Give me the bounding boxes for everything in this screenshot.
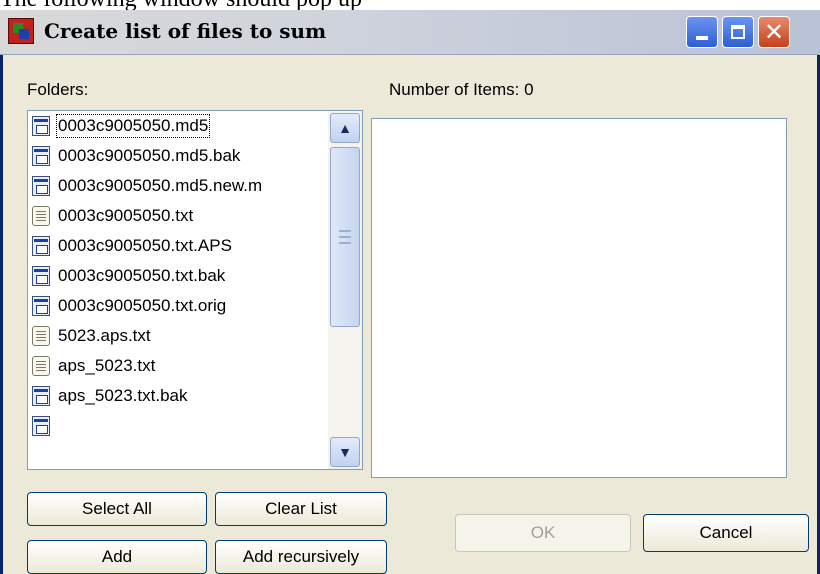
add-button[interactable]: Add xyxy=(27,540,207,574)
minimize-icon xyxy=(696,36,708,40)
close-button[interactable]: ✕ xyxy=(758,16,790,48)
text-file-icon xyxy=(32,356,50,376)
file-icon xyxy=(32,236,50,256)
list-item[interactable]: 0003c9005050.md5 xyxy=(28,111,328,141)
folders-list-items: 0003c9005050.md5 0003c9005050.md5.bak 00… xyxy=(28,111,328,441)
scrollbar-thumb[interactable] xyxy=(330,147,360,327)
folders-label: Folders: xyxy=(27,80,89,99)
cancel-button[interactable]: Cancel xyxy=(643,514,809,552)
text-file-icon xyxy=(32,206,50,226)
selected-items-list[interactable] xyxy=(371,118,787,478)
list-item[interactable] xyxy=(28,411,328,441)
maximize-button[interactable] xyxy=(722,16,754,48)
list-item[interactable]: 5023.aps.txt xyxy=(28,321,328,351)
list-item[interactable]: 0003c9005050.txt.APS xyxy=(28,231,328,261)
list-item[interactable]: aps_5023.txt.bak xyxy=(28,381,328,411)
select-all-button[interactable]: Select All xyxy=(27,492,207,526)
list-item[interactable]: 0003c9005050.txt xyxy=(28,201,328,231)
list-item[interactable]: 0003c9005050.md5.bak xyxy=(28,141,328,171)
title-bar[interactable]: Create list of files to sum ✕ xyxy=(0,10,820,55)
vertical-scrollbar[interactable]: ▲ ▼ xyxy=(328,111,362,469)
ok-button[interactable]: OK xyxy=(455,514,631,552)
grip-icon xyxy=(339,242,351,244)
minimize-button[interactable] xyxy=(686,16,718,48)
list-item[interactable]: aps_5023.txt xyxy=(28,351,328,381)
list-item[interactable]: 0003c9005050.md5.new.m xyxy=(28,171,328,201)
text-file-icon xyxy=(32,326,50,346)
file-icon xyxy=(32,386,50,406)
file-icon xyxy=(32,416,50,436)
file-icon xyxy=(32,296,50,316)
list-item[interactable]: 0003c9005050.txt.bak xyxy=(28,261,328,291)
grip-icon xyxy=(339,236,351,238)
instruction-caption: The following window should pop up xyxy=(0,0,362,12)
grip-icon xyxy=(339,230,351,232)
list-item[interactable]: 0003c9005050.txt.orig xyxy=(28,291,328,321)
chevron-down-icon: ▼ xyxy=(338,444,352,460)
file-icon xyxy=(32,116,50,136)
scroll-up-button[interactable]: ▲ xyxy=(330,113,360,143)
maximize-icon xyxy=(731,25,745,39)
app-icon[interactable] xyxy=(8,18,34,44)
clear-list-button[interactable]: Clear List xyxy=(215,492,387,526)
add-recursively-button[interactable]: Add recursively xyxy=(215,540,387,574)
folders-list[interactable]: 0003c9005050.md5 0003c9005050.md5.bak 00… xyxy=(27,110,363,470)
close-icon: ✕ xyxy=(763,18,785,46)
chevron-up-icon: ▲ xyxy=(338,120,352,136)
scroll-down-button[interactable]: ▼ xyxy=(330,437,360,467)
window-title: Create list of files to sum xyxy=(44,19,327,43)
dialog-window: Create list of files to sum ✕ Folders: N… xyxy=(0,10,820,574)
file-icon xyxy=(32,266,50,286)
item-count-label: Number of Items: 0 xyxy=(389,80,534,99)
file-icon xyxy=(32,146,50,166)
file-icon xyxy=(32,176,50,196)
